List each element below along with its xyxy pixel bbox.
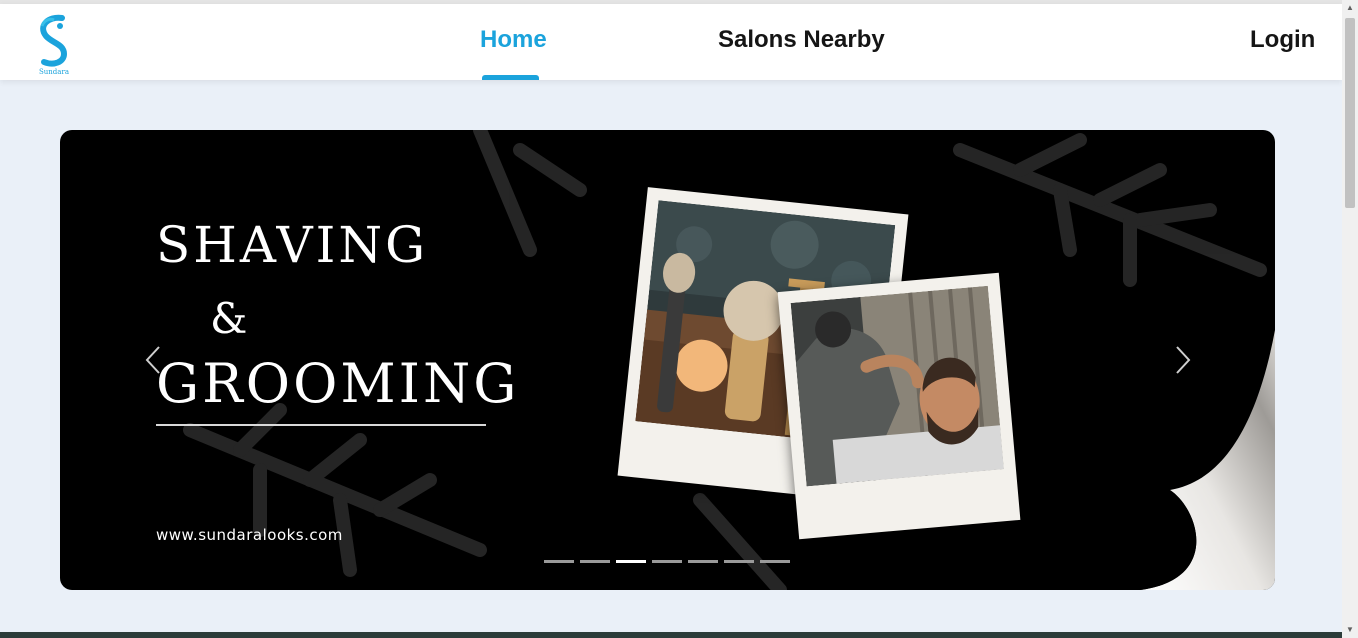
sundara-s-logo-icon: Sundara	[39, 14, 69, 76]
scroll-down-arrow-icon[interactable]: ▼	[1342, 622, 1358, 638]
banner-title-line3: GROOMING	[156, 352, 520, 415]
sundara-logo[interactable]: Sundara	[30, 14, 78, 76]
banner-title-line1: SHAVING	[156, 216, 429, 274]
polaroid-barber-shaving	[777, 272, 1021, 540]
carousel-indicator[interactable]	[652, 560, 682, 563]
scroll-up-arrow-icon[interactable]: ▲	[1342, 0, 1358, 16]
nav-salons-nearby-link[interactable]: Salons Nearby	[718, 26, 885, 54]
carousel-indicator[interactable]	[544, 560, 574, 563]
carousel-indicator[interactable]	[688, 560, 718, 563]
page-scrollbar[interactable]: ▲ ▼	[1342, 0, 1358, 638]
title-underline	[156, 424, 486, 426]
login-link[interactable]: Login	[1250, 26, 1315, 54]
carousel-next-button[interactable]	[1168, 342, 1198, 378]
nav-home-link[interactable]: Home	[480, 26, 547, 54]
carousel-indicator[interactable]	[616, 560, 646, 563]
banner-website: www.sundaralooks.com	[156, 526, 343, 544]
active-tab-indicator	[482, 75, 539, 80]
navbar: Sundara Home Salons Nearby Login	[0, 4, 1342, 80]
chevron-left-icon	[145, 346, 160, 374]
next-section-edge	[0, 632, 1342, 638]
carousel-indicator[interactable]	[580, 560, 610, 563]
chevron-right-icon	[1176, 346, 1191, 374]
logo-text: Sundara	[39, 68, 69, 76]
barber-shaving-photo	[790, 285, 1004, 487]
scrollbar-thumb[interactable]	[1345, 18, 1355, 208]
carousel-indicator[interactable]	[760, 560, 790, 563]
hero-carousel: SHAVING & GROOMING www.sundaralooks.com	[60, 130, 1275, 590]
carousel-prev-button[interactable]	[138, 342, 168, 378]
carousel-indicators	[544, 560, 790, 563]
banner-title-ampersand: &	[210, 294, 251, 343]
carousel-indicator[interactable]	[724, 560, 754, 563]
